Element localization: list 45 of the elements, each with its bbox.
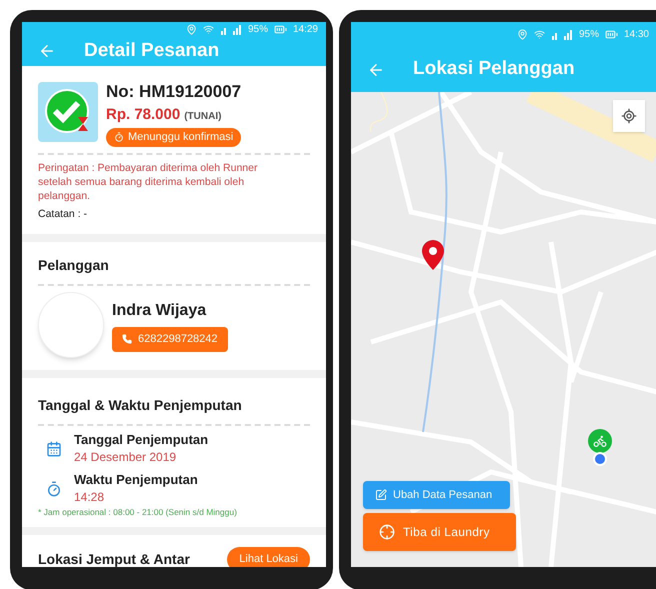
- order-status-icon: [38, 82, 98, 142]
- status-time: 14:29: [292, 23, 318, 37]
- operating-hours: * Jam operasional : 08:00 - 21:00 (Senin s/d Minggu): [38, 506, 238, 519]
- signal-icon: [550, 30, 573, 40]
- my-location-button[interactable]: [613, 100, 645, 132]
- section-title: Tanggal & Waktu Penjemputan: [38, 397, 242, 414]
- current-location-icon: [593, 452, 607, 466]
- schedule-label: Tanggal Penjemputan: [74, 432, 208, 448]
- phone-button[interactable]: 6282298728242: [112, 327, 228, 352]
- battery-percent: 95%: [578, 28, 599, 42]
- customer-name: Indra Wijaya: [112, 301, 208, 321]
- section-title: Lokasi Jemput & Antar: [38, 550, 190, 567]
- location-icon: [516, 29, 528, 40]
- screen-title: Lokasi Pelanggan: [413, 57, 575, 82]
- edit-icon: [375, 488, 387, 501]
- wifi-icon: [534, 29, 545, 40]
- calendar-icon: [46, 441, 62, 458]
- battery-percent: 95%: [248, 23, 268, 37]
- customer-avatar: [38, 292, 104, 358]
- signal-icon: [220, 24, 242, 34]
- stopwatch-icon: [114, 132, 124, 142]
- location-icon: [186, 24, 197, 35]
- stopwatch-icon: [46, 481, 62, 498]
- order-price: Rp. 78.000: [106, 104, 180, 124]
- phone-icon: [122, 334, 132, 344]
- schedule-value: 14:28: [74, 489, 106, 506]
- locate-icon: [621, 108, 637, 124]
- view-location-button[interactable]: Lihat Lokasi: [227, 547, 310, 567]
- order-note: Catatan : -: [38, 206, 88, 222]
- arrive-button[interactable]: Tiba di Laundry: [363, 513, 516, 551]
- screen-title: Detail Pesanan: [84, 39, 220, 63]
- payment-method: (TUNAI): [184, 110, 222, 124]
- section-title: Pelanggan: [38, 257, 109, 274]
- order-number: No: HM19120007: [106, 82, 242, 102]
- map-pin-icon: [421, 240, 445, 270]
- wifi-icon: [202, 24, 214, 35]
- status-time: 14:30: [624, 28, 649, 42]
- status-badge: Menunggu konfirmasi: [106, 128, 242, 146]
- schedule-value: 24 Desember 2019: [74, 449, 178, 466]
- edit-order-button[interactable]: Ubah Data Pesanan: [363, 480, 510, 509]
- battery-icon: [274, 23, 287, 36]
- schedule-label: Waktu Penjemputan: [74, 472, 198, 488]
- payment-warning: Peringatan : Pembayaran diterima oleh Runner setelah semua barang diterima kembali oleh pelanggan.: [38, 160, 258, 202]
- battery-icon: [604, 28, 618, 41]
- crosshair-icon: [379, 524, 395, 540]
